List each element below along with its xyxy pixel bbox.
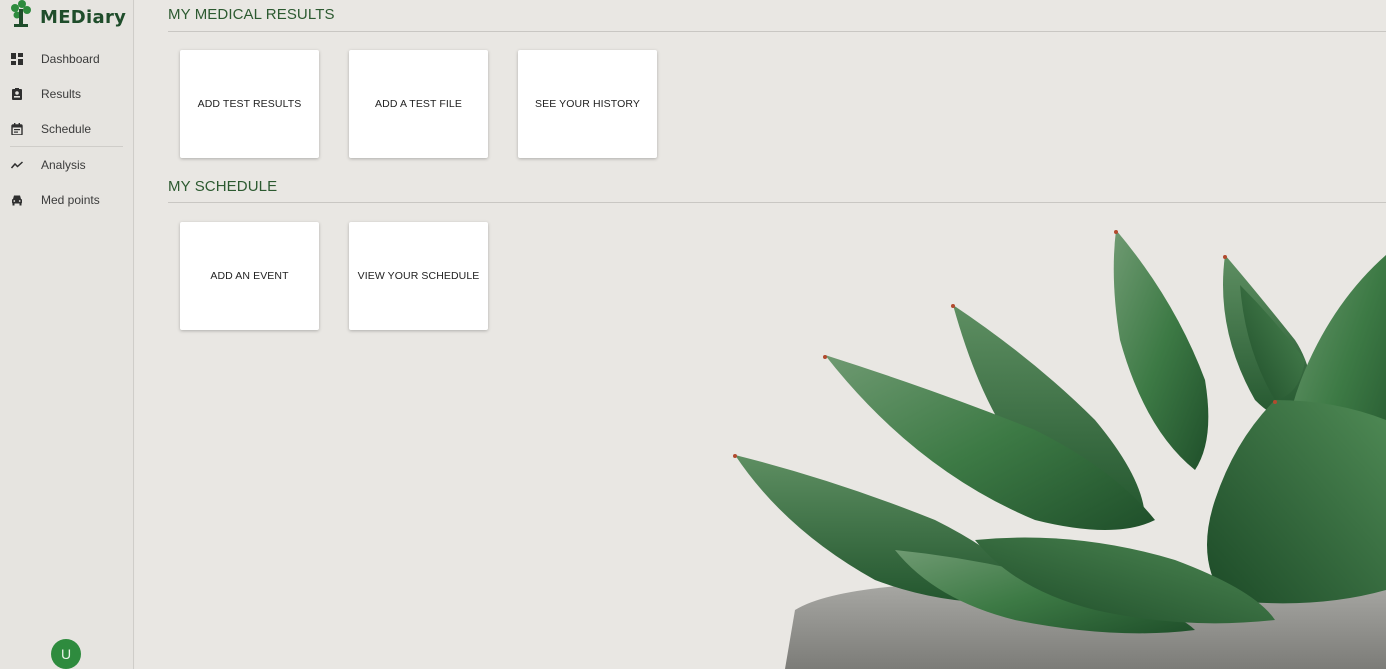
sidebar-item-label: Med points: [41, 192, 100, 207]
see-history-card[interactable]: SEE YOUR HISTORY: [518, 50, 657, 158]
section-divider: [168, 202, 1386, 203]
brand-name: MEDiary: [40, 6, 127, 28]
section-title-schedule: MY SCHEDULE: [168, 178, 278, 195]
add-test-results-card[interactable]: ADD TEST RESULTS: [180, 50, 319, 158]
user-avatar[interactable]: U: [51, 639, 81, 669]
add-event-card[interactable]: ADD AN EVENT: [180, 222, 319, 330]
results-badge-icon: [12, 87, 22, 100]
calendar-icon: [11, 122, 23, 135]
section-divider: [168, 31, 1386, 32]
sidebar: MEDiary Dashboard Results Schedule Analy…: [0, 0, 134, 669]
sidebar-item-label: Analysis: [41, 157, 86, 172]
sidebar-item-label: Schedule: [41, 121, 92, 136]
trending-icon: [11, 160, 23, 168]
succulent-background-image: [733, 230, 1386, 669]
sidebar-item-label: Dashboard: [41, 51, 100, 66]
sidebar-item-dashboard[interactable]: Dashboard: [0, 41, 133, 76]
add-test-file-card[interactable]: ADD A TEST FILE: [349, 50, 488, 158]
sidebar-item-results[interactable]: Results: [0, 76, 133, 111]
car-icon: [12, 195, 22, 205]
view-schedule-card[interactable]: VIEW YOUR SCHEDULE: [349, 222, 488, 330]
sidebar-item-schedule[interactable]: Schedule: [0, 111, 133, 146]
sidebar-nav: Dashboard Results Schedule Analysis Med …: [0, 41, 133, 217]
sidebar-item-analysis[interactable]: Analysis: [0, 147, 133, 182]
sidebar-item-label: Results: [41, 86, 82, 101]
tree-logo-icon: [11, 0, 31, 27]
section-title-medical-results: MY MEDICAL RESULTS: [168, 6, 335, 23]
sidebar-item-med-points[interactable]: Med points: [0, 182, 133, 217]
app-window: MEDiary Dashboard Results Schedule Analy…: [0, 0, 1386, 669]
logo[interactable]: MEDiary: [8, 0, 126, 34]
dashboard-icon: [11, 52, 23, 65]
main-content: MY MEDICAL RESULTS ADD TEST RESULTS ADD …: [135, 0, 1386, 669]
